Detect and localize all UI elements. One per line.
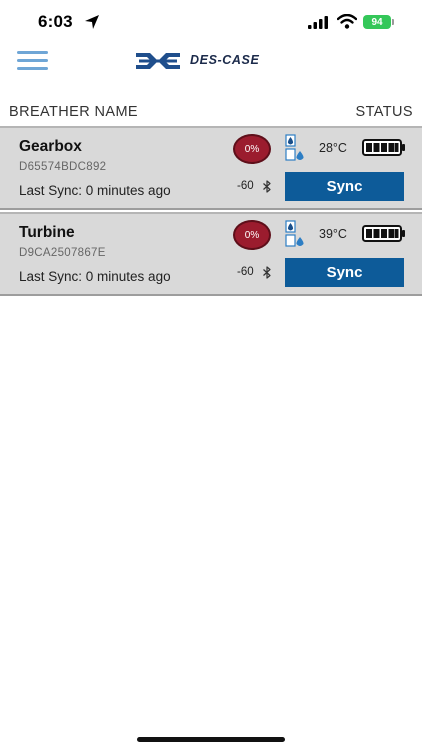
- water-drop-icon: [285, 134, 304, 161]
- last-sync-text: Last Sync: 0 minutes ago: [19, 183, 171, 198]
- water-drop-icon: [285, 220, 304, 247]
- breather-row-gearbox[interactable]: Gearbox D65574BDC892 Last Sync: 0 minute…: [0, 126, 422, 210]
- breather-id: D65574BDC892: [19, 161, 107, 173]
- battery-percent: 94: [371, 16, 383, 28]
- breather-id: D9CA2507867E: [19, 247, 106, 259]
- status-bar: 6:03 94: [0, 0, 422, 44]
- status-time: 6:03: [38, 12, 73, 31]
- column-header-status: STATUS: [355, 104, 413, 120]
- breather-row-turbine[interactable]: Turbine D9CA2507867E Last Sync: 0 minute…: [0, 212, 422, 296]
- breather-name: Gearbox: [19, 138, 82, 155]
- cellular-signal-icon: [308, 16, 328, 29]
- column-header-name: BREATHER NAME: [9, 104, 139, 120]
- battery-full-icon: [362, 139, 405, 156]
- humidity-value: 0%: [244, 229, 260, 241]
- des-case-logo-text: DES-CASE: [190, 53, 260, 67]
- bluetooth-icon: [263, 180, 271, 193]
- battery-level: 94: [363, 15, 391, 29]
- humidity-value: 0%: [244, 143, 260, 155]
- battery-full-icon: [362, 225, 405, 242]
- hamburger-menu-icon[interactable]: [17, 51, 48, 71]
- wifi-icon: [337, 14, 357, 29]
- sync-button[interactable]: Sync: [285, 258, 404, 287]
- breather-list: Gearbox D65574BDC892 Last Sync: 0 minute…: [0, 126, 422, 296]
- sync-button[interactable]: Sync: [285, 172, 404, 201]
- temperature-value: 28°C: [319, 141, 347, 155]
- humidity-indicator: 0%: [233, 220, 271, 250]
- des-case-logo: DES-CASE: [136, 52, 288, 70]
- humidity-indicator: 0%: [233, 134, 271, 164]
- last-sync-text: Last Sync: 0 minutes ago: [19, 269, 171, 284]
- signal-strength-value: -60: [237, 266, 254, 278]
- temperature-value: 39°C: [319, 227, 347, 241]
- bluetooth-icon: [263, 266, 271, 279]
- des-case-logo-mark: [136, 53, 180, 69]
- signal-strength-value: -60: [237, 180, 254, 192]
- battery-cap: [392, 19, 394, 25]
- breather-name: Turbine: [19, 224, 75, 241]
- home-indicator[interactable]: [137, 737, 285, 742]
- location-arrow-icon: [85, 15, 99, 29]
